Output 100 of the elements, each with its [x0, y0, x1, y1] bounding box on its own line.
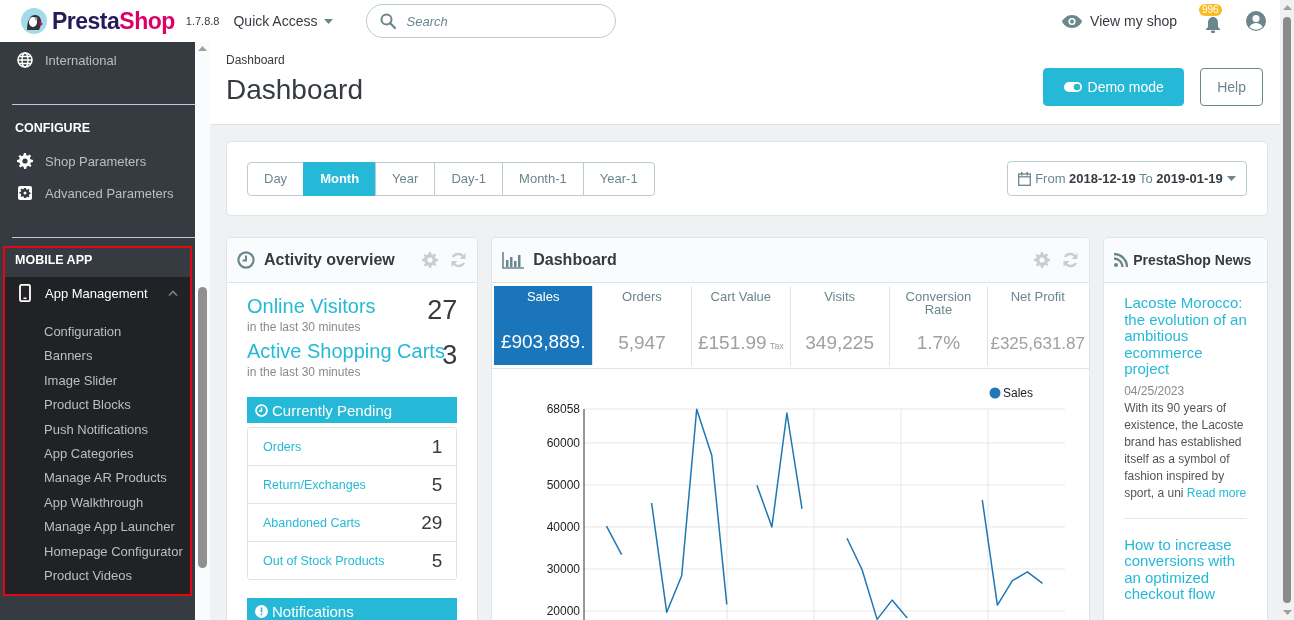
kpi-tab[interactable]: Sales £903,889. — [494, 286, 594, 365]
scroll-up-arrow-icon[interactable] — [1282, 5, 1292, 10]
panel-title: PrestaShop News — [1133, 252, 1253, 268]
panel-title: Dashboard — [533, 251, 618, 269]
pending-link[interactable]: Orders — [263, 439, 302, 454]
stat-subtitle: in the last 30 minutes — [247, 320, 362, 334]
submenu-item[interactable]: Manage App Launcher — [5, 515, 190, 540]
pending-count: 29 — [421, 511, 443, 534]
stat-value: 3 — [442, 340, 458, 371]
article-title-link[interactable]: How to increase conversions with an optimized checkout flow — [1124, 536, 1247, 603]
section-heading: CONFIGURE — [14, 120, 91, 137]
period-tab[interactable]: Year — [375, 161, 436, 196]
period-tab[interactable]: Month — [303, 161, 377, 196]
globe-icon — [17, 51, 33, 69]
y-tick-label: 40000 — [546, 519, 581, 534]
legend-label: Sales — [1003, 386, 1034, 400]
scrollbar-thumb[interactable] — [1283, 17, 1291, 603]
stat-subtitle: in the last 30 minutes — [247, 365, 362, 379]
period-tab[interactable]: Day-1 — [434, 161, 504, 196]
section-title: Notifications — [272, 602, 354, 620]
read-more-link[interactable]: Read more — [1186, 485, 1247, 500]
kpi-tab[interactable]: Orders 5,947 — [593, 286, 692, 366]
rss-icon — [1114, 253, 1129, 267]
pending-count: 5 — [431, 549, 443, 572]
clock-icon — [255, 403, 268, 417]
submenu-item[interactable]: Configuration — [5, 320, 190, 345]
pending-link[interactable]: Out of Stock Products — [263, 553, 385, 568]
pending-count: 1 — [431, 435, 443, 458]
kpi-value: £151.99 — [697, 332, 767, 354]
scroll-up-arrow-icon[interactable] — [198, 46, 207, 51]
submenu-item[interactable]: Push Notifications — [5, 417, 190, 443]
refresh-icon[interactable] — [450, 252, 468, 268]
kpi-tab[interactable]: Cart Value £151.99 Tax — [691, 286, 791, 366]
caret-icon — [1226, 176, 1236, 181]
bar-chart-icon — [502, 251, 525, 269]
article-title-link[interactable]: Lacoste Morocco: the evolution of an ambitious ecommerce project — [1124, 295, 1247, 378]
period-tab[interactable]: Year-1 — [582, 161, 655, 196]
chevron-up-icon — [168, 290, 178, 296]
view-shop-link[interactable]: View my shop — [1062, 13, 1177, 29]
brand-name[interactable]: PrestaShop — [52, 7, 175, 35]
panel-title: Activity overview — [264, 251, 396, 269]
refresh-icon[interactable] — [1062, 252, 1080, 268]
demo-mode-button[interactable]: Demo mode — [1043, 68, 1185, 106]
scroll-down-arrow-icon[interactable] — [1282, 610, 1292, 615]
submenu-item[interactable]: Image Slider — [5, 368, 190, 394]
notification-count: 996 — [1199, 4, 1222, 16]
sidebar-scrollbar[interactable] — [195, 42, 210, 620]
smartphone-icon — [17, 284, 33, 302]
kpi-value: 349,225 — [805, 332, 874, 354]
submenu-item[interactable]: Banners — [5, 344, 190, 369]
pending-link[interactable]: Return/Exchanges — [263, 477, 366, 492]
clock-icon — [237, 251, 255, 269]
settings-icon[interactable] — [1034, 252, 1051, 268]
y-tick-label: 68058 — [546, 402, 581, 416]
section-title: Currently Pending — [272, 401, 393, 419]
settings-icon[interactable] — [422, 252, 439, 268]
kpi-value: £325,631.87 — [990, 334, 1085, 354]
user-avatar-icon[interactable] — [1246, 11, 1266, 31]
sidebar-item[interactable]: International — [0, 44, 195, 76]
submenu-item[interactable]: App Categories — [5, 442, 190, 467]
help-button[interactable]: Help — [1200, 68, 1263, 106]
scrollbar-thumb[interactable] — [198, 287, 207, 568]
kpi-tab[interactable]: Conversion Rate 1.7% — [889, 286, 989, 366]
search-field[interactable]: Search — [365, 4, 616, 38]
kpi-tab[interactable]: Visits 349,225 — [790, 286, 890, 366]
submenu-item[interactable]: Homepage Configurator — [5, 539, 190, 565]
sidebar-item[interactable]: Advanced Parameters — [0, 177, 195, 209]
kpi-value: £903,889. — [500, 331, 586, 353]
y-tick-label: 30000 — [546, 561, 581, 576]
version-number: 1.7.8.8 — [185, 15, 220, 27]
kpi-value: 5,947 — [618, 332, 666, 354]
calendar-icon — [1018, 171, 1032, 186]
stat-link[interactable]: Online Visitors — [247, 295, 376, 317]
date-range-button[interactable]: From 2018-12-19 To 2019-01-19 — [1007, 161, 1247, 196]
submenu-item[interactable]: Product Blocks — [5, 393, 190, 418]
toggle-icon — [1063, 82, 1082, 92]
caret-icon — [323, 18, 333, 24]
settings-icon — [17, 152, 33, 170]
stat-value: 27 — [427, 295, 458, 326]
quick-access-dropdown[interactable]: Quick Access — [233, 13, 333, 29]
eye-icon — [1062, 14, 1083, 28]
search-icon — [379, 13, 396, 29]
submenu-item[interactable]: Manage AR Products — [5, 466, 190, 491]
submenu-item[interactable]: App Walkthrough — [5, 490, 190, 516]
sidebar-item[interactable]: App Management — [5, 277, 190, 309]
period-tab[interactable]: Day — [247, 161, 305, 196]
gear-box-icon — [17, 184, 33, 202]
bell-icon[interactable] — [1205, 15, 1221, 33]
period-tab[interactable]: Month-1 — [502, 161, 584, 196]
kpi-tab[interactable]: Net Profit £325,631.87 — [988, 286, 1088, 366]
pending-count: 5 — [431, 473, 443, 496]
tax-label: Tax — [769, 341, 784, 351]
sidebar-item[interactable]: Shop Parameters — [0, 145, 195, 177]
page-title: Dashboard — [226, 74, 363, 106]
y-tick-label: 20000 — [546, 604, 581, 618]
submenu-item[interactable]: Product Videos — [5, 564, 190, 589]
breadcrumb-link[interactable]: Dashboard — [226, 53, 363, 67]
logo-icon[interactable] — [21, 8, 47, 34]
article-excerpt: With its 90 years of existence, the Lacoste brand has established itself as a symbol of fashion inspired by sport, a uni Read more — [1124, 399, 1247, 502]
pending-link[interactable]: Abandoned Carts — [263, 515, 361, 530]
